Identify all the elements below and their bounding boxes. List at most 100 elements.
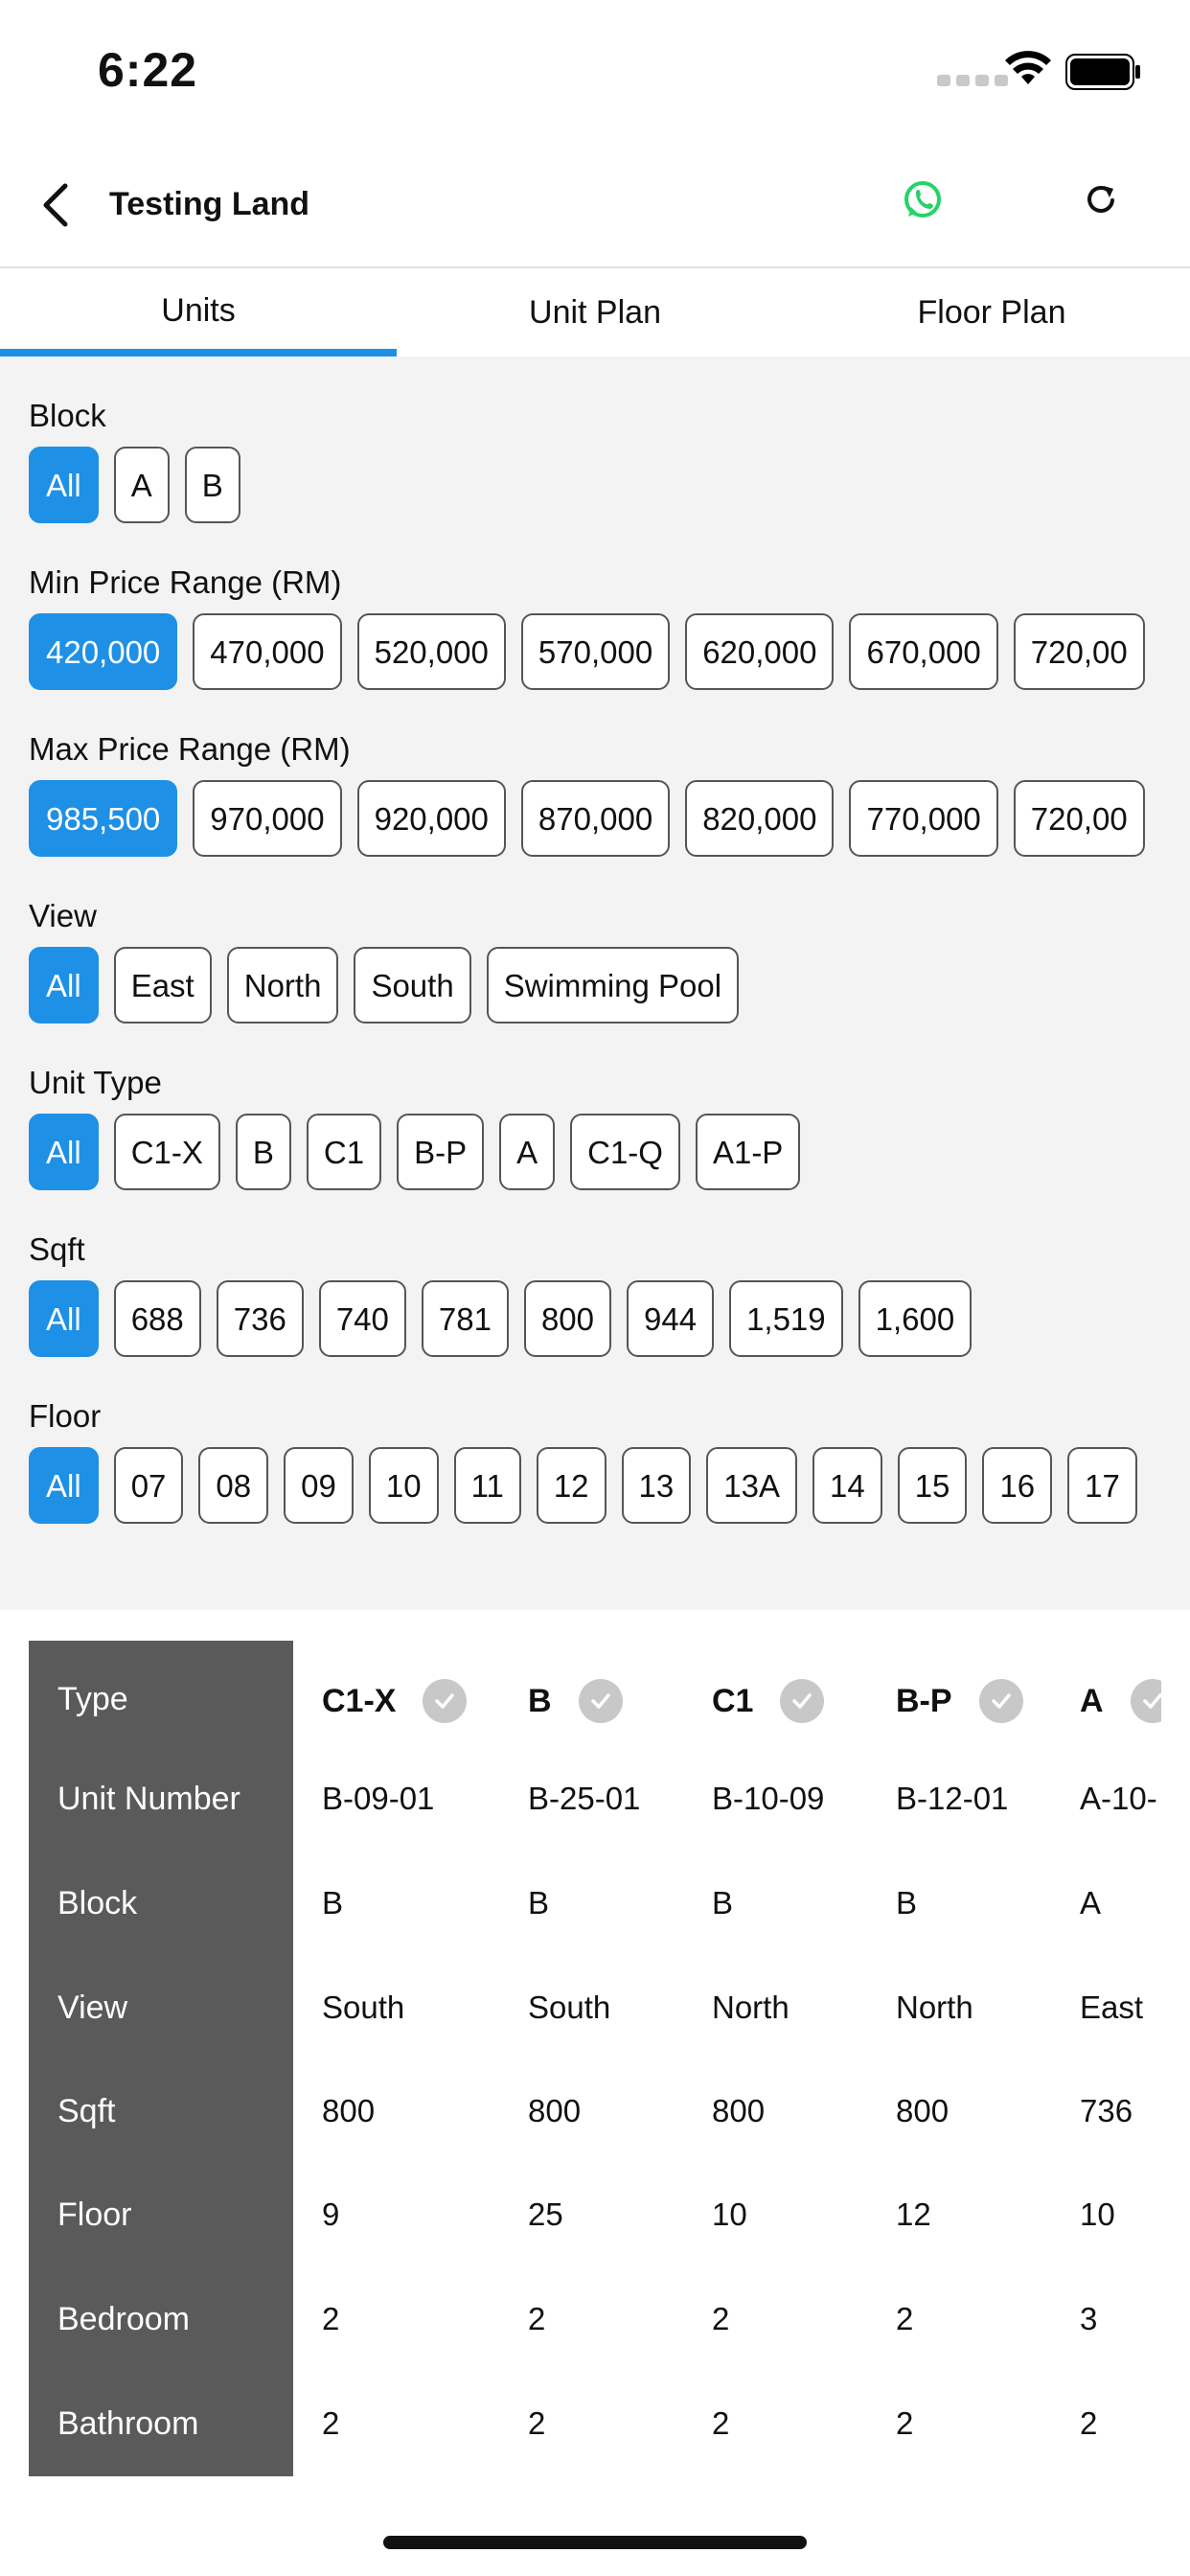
row-header: Bedroom xyxy=(57,2301,190,2337)
tab-units[interactable]: Units xyxy=(0,268,397,356)
check-circle-icon[interactable] xyxy=(423,1679,468,1723)
signal-icon xyxy=(937,75,1008,86)
tab-unit-plan[interactable]: Unit Plan xyxy=(397,268,793,356)
check-circle-icon[interactable] xyxy=(578,1679,623,1723)
unit-floor: 10 xyxy=(1080,2196,1115,2232)
unit-type-header[interactable]: C1-X xyxy=(322,1679,468,1723)
unit-type-label: B-P xyxy=(896,1682,952,1719)
filter-chips: All C1-X B C1 B-P A C1-Q A1-P xyxy=(29,1114,1161,1190)
filter-chip[interactable]: 07 xyxy=(113,1447,184,1524)
filter-label: Floor xyxy=(29,1398,102,1434)
row-header: Sqft xyxy=(57,2093,116,2129)
refresh-icon[interactable] xyxy=(1083,180,1121,218)
filter-chip[interactable]: East xyxy=(113,947,212,1024)
filter-chip[interactable]: 08 xyxy=(198,1447,269,1524)
unit-type-label: C1-X xyxy=(322,1682,397,1719)
filter-chip[interactable]: 870,000 xyxy=(520,780,671,857)
unit-block: B xyxy=(322,1885,344,1920)
filter-chip[interactable]: 770,000 xyxy=(849,780,998,857)
filter-chip[interactable]: 16 xyxy=(982,1447,1053,1524)
wifi-icon xyxy=(1005,51,1051,84)
unit-bedroom: 2 xyxy=(712,2301,730,2336)
filter-label: View xyxy=(29,898,97,933)
filter-chip[interactable]: C1-X xyxy=(113,1114,220,1190)
filter-chip[interactable]: 970,000 xyxy=(193,780,342,857)
filter-chip[interactable]: 09 xyxy=(284,1447,354,1524)
filter-chip[interactable]: 520,000 xyxy=(356,613,506,690)
unit-type-header[interactable]: A xyxy=(1080,1679,1161,1723)
filter-chip[interactable]: All xyxy=(29,1280,99,1357)
filter-label: Block xyxy=(29,398,106,433)
filter-chip[interactable]: South xyxy=(354,947,471,1024)
filter-chip[interactable]: 13A xyxy=(706,1447,797,1524)
filter-chip[interactable]: 13 xyxy=(621,1447,692,1524)
filter-chip[interactable]: 470,000 xyxy=(193,613,342,690)
filter-chip[interactable]: 944 xyxy=(627,1280,715,1357)
filter-chip[interactable]: North xyxy=(226,947,339,1024)
filter-chip[interactable]: All xyxy=(29,447,99,523)
filter-chip[interactable]: 12 xyxy=(536,1447,606,1524)
filter-chip[interactable]: 736 xyxy=(216,1280,304,1357)
filter-chip[interactable]: 688 xyxy=(113,1280,201,1357)
unit-unit-number: B-09-01 xyxy=(322,1781,435,1816)
back-chevron-icon[interactable] xyxy=(34,178,77,232)
filter-label: Min Price Range (RM) xyxy=(29,564,342,600)
filter-chip[interactable]: 15 xyxy=(897,1447,968,1524)
filter-chip[interactable]: 740 xyxy=(318,1280,406,1357)
unit-type-header[interactable]: C1 xyxy=(712,1679,825,1723)
filter-chip[interactable]: All xyxy=(29,1447,99,1524)
filter-chip[interactable]: All xyxy=(29,1114,99,1190)
unit-view: North xyxy=(712,1990,790,2025)
filter-chip[interactable]: 10 xyxy=(368,1447,439,1524)
filter-chip[interactable]: A xyxy=(499,1114,556,1190)
unit-sqft: 800 xyxy=(322,2093,376,2128)
battery-icon xyxy=(1065,54,1140,90)
filter-chip[interactable]: 670,000 xyxy=(849,613,998,690)
check-circle-icon[interactable] xyxy=(1130,1679,1161,1723)
filter-view: View All East North South Swimming Pool xyxy=(29,886,1161,1024)
filter-chip[interactable]: 570,000 xyxy=(520,613,671,690)
row-header-column: Type Unit Number Block View Sqft Floor Bedroom… xyxy=(29,1641,293,2476)
filter-chip[interactable]: A1-P xyxy=(695,1114,801,1190)
filter-chips: All 688 736 740 781 800 944 1,519 1,600 xyxy=(29,1280,1161,1357)
row-header: View xyxy=(57,1990,128,2026)
check-circle-icon[interactable] xyxy=(780,1679,825,1723)
unit-bedroom: 2 xyxy=(528,2301,546,2336)
unit-unit-number: B-10-09 xyxy=(712,1781,825,1816)
filter-chip[interactable]: C1 xyxy=(306,1114,382,1190)
filter-chip[interactable]: A xyxy=(113,447,170,523)
filter-chip[interactable]: 1,519 xyxy=(729,1280,843,1357)
filter-chip[interactable]: Swimming Pool xyxy=(486,947,740,1024)
filter-chip[interactable]: 781 xyxy=(421,1280,509,1357)
filter-sqft: Sqft All 688 736 740 781 800 944 1,519 1,600 xyxy=(29,1219,1161,1357)
unit-block: B xyxy=(896,1885,918,1920)
filter-chip[interactable]: 14 xyxy=(812,1447,882,1524)
unit-type-header[interactable]: B xyxy=(528,1679,623,1723)
tab-bar: Units Unit Plan Floor Plan xyxy=(0,268,1190,356)
unit-type-header[interactable]: B-P xyxy=(896,1679,1023,1723)
filter-chip[interactable]: 1,600 xyxy=(858,1280,973,1357)
filter-chip[interactable]: 11 xyxy=(453,1447,521,1524)
filter-chip[interactable]: B xyxy=(184,447,240,523)
filter-chip[interactable]: 820,000 xyxy=(685,780,835,857)
filter-chip[interactable]: 17 xyxy=(1067,1447,1137,1524)
tab-floor-plan[interactable]: Floor Plan xyxy=(793,268,1190,356)
filter-chip[interactable]: C1-Q xyxy=(570,1114,680,1190)
filter-chip[interactable]: 620,000 xyxy=(685,613,835,690)
check-circle-icon[interactable] xyxy=(978,1679,1023,1723)
filter-chip[interactable]: 800 xyxy=(523,1280,611,1357)
filter-chip[interactable]: All xyxy=(29,947,99,1024)
unit-view: North xyxy=(896,1990,973,2025)
filter-chip[interactable]: 985,500 xyxy=(29,780,178,857)
unit-bedroom: 3 xyxy=(1080,2301,1098,2336)
filter-chip[interactable]: 920,000 xyxy=(356,780,506,857)
unit-bathroom: 2 xyxy=(322,2405,340,2441)
filter-chip[interactable]: 720,00 xyxy=(1013,780,1145,857)
filter-chip[interactable]: B xyxy=(235,1114,291,1190)
whatsapp-icon[interactable] xyxy=(901,178,945,222)
filter-chip[interactable]: 420,000 xyxy=(29,613,178,690)
filter-chip[interactable]: 720,00 xyxy=(1013,613,1145,690)
unit-type-label: A xyxy=(1080,1682,1104,1719)
filter-chip[interactable]: B-P xyxy=(397,1114,485,1190)
status-bar: 6:22 xyxy=(0,0,1190,144)
